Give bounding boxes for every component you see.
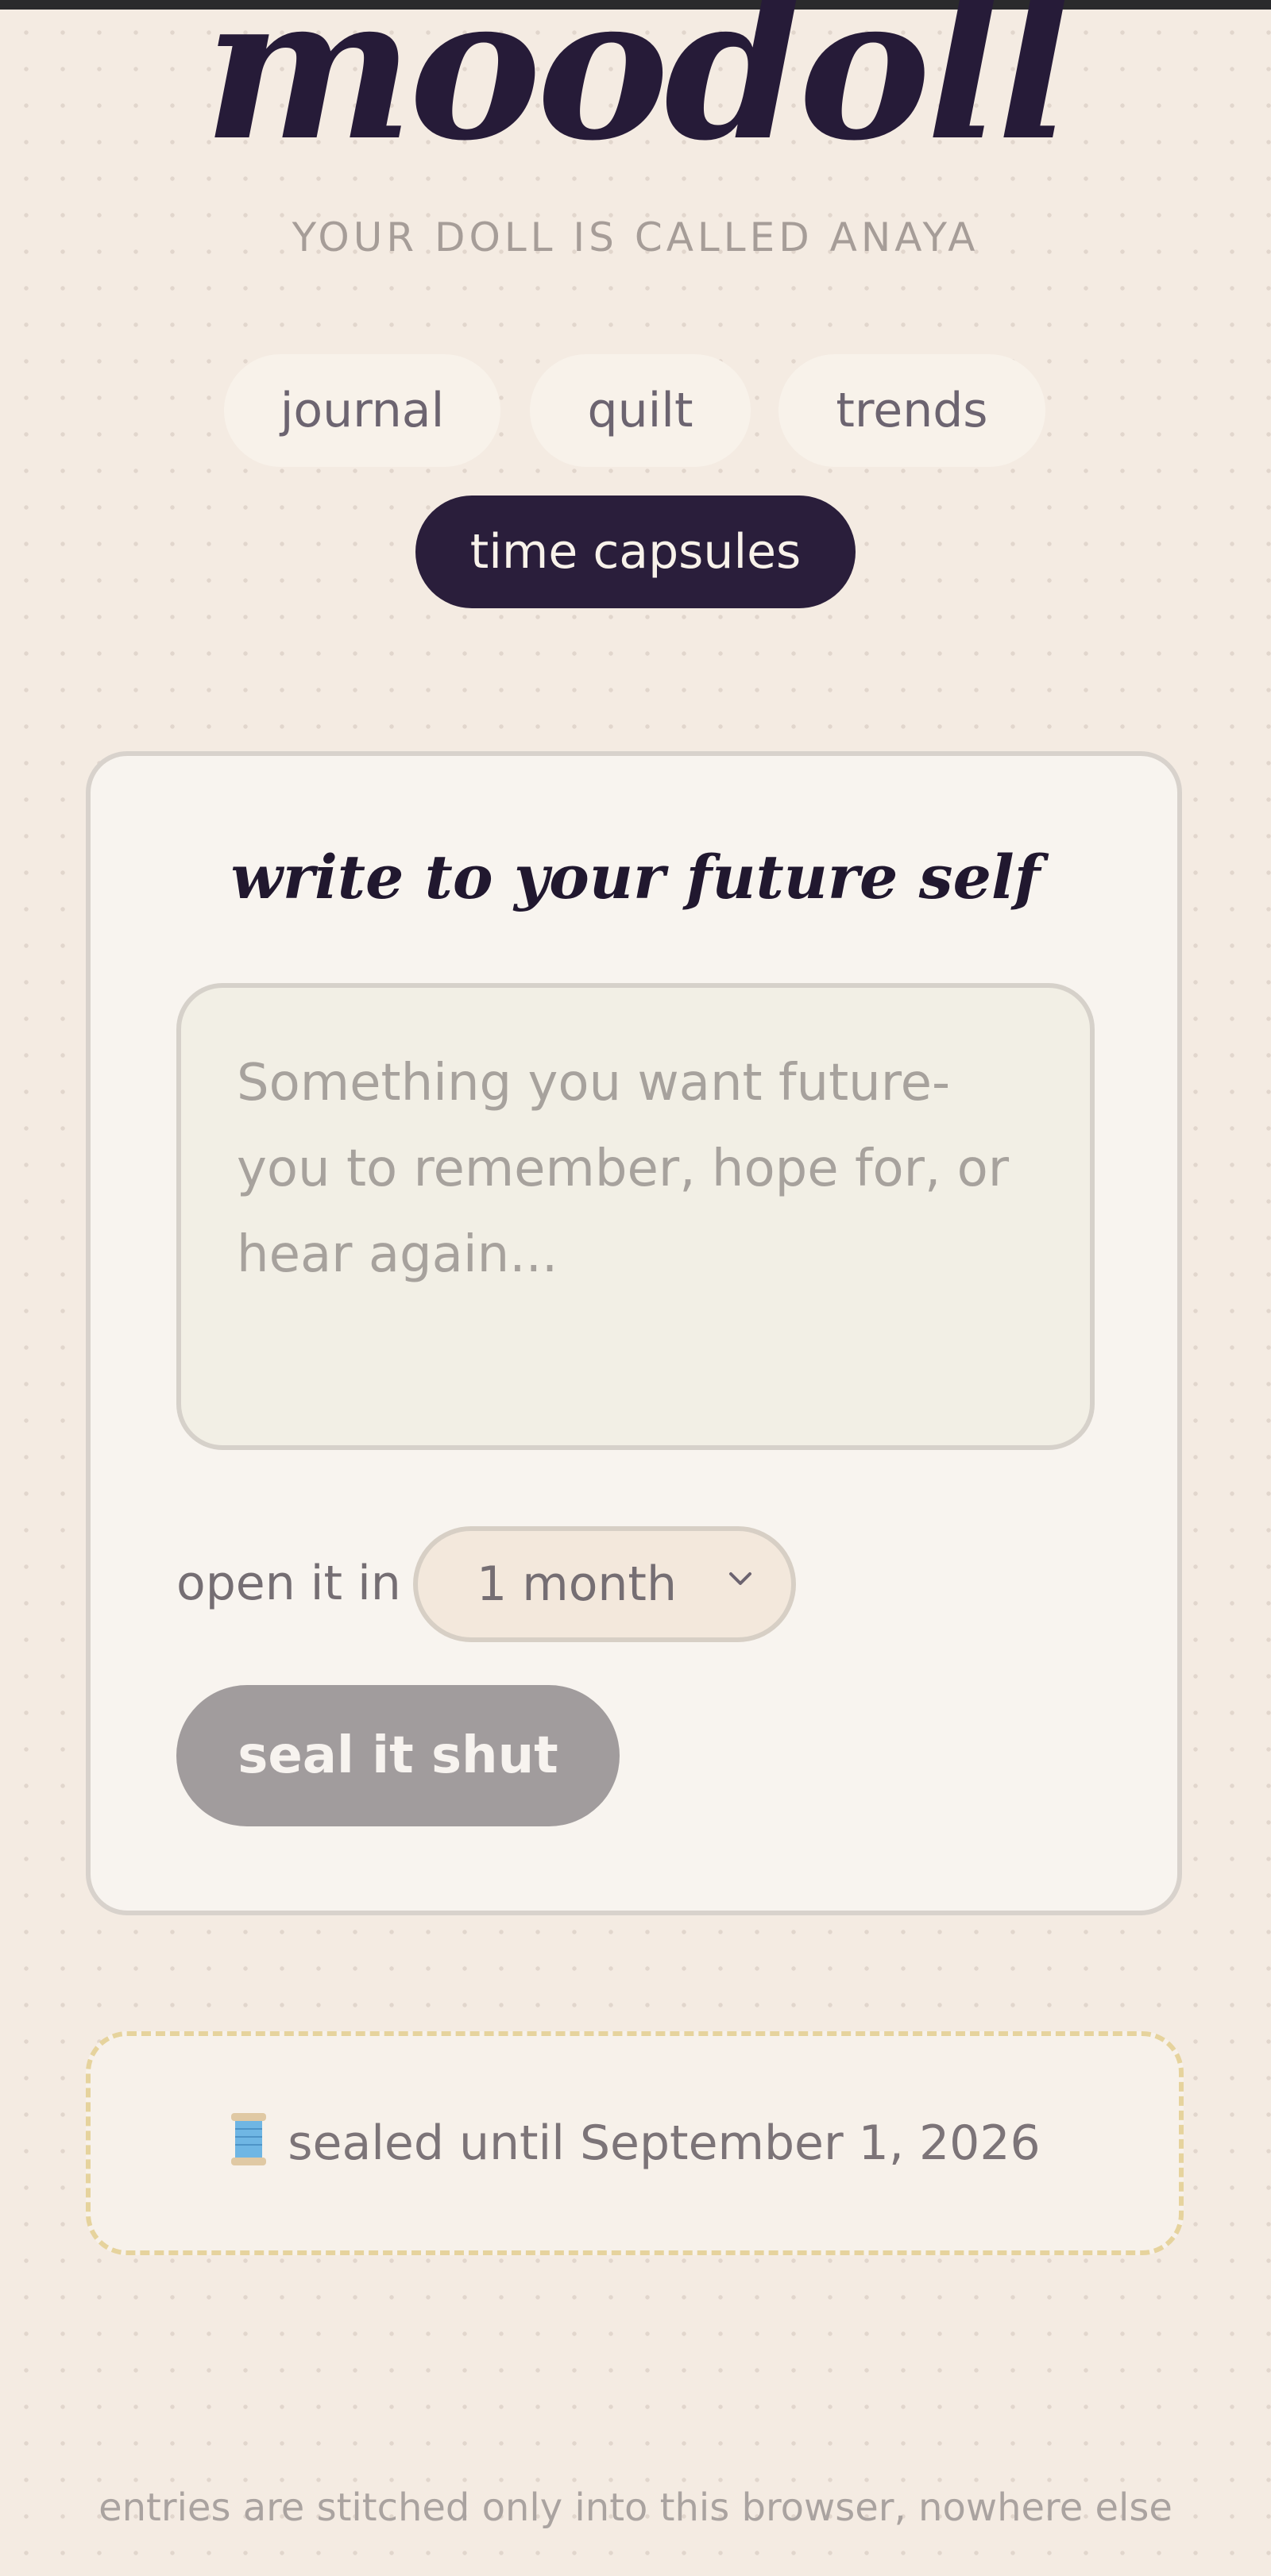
seal-it-shut-button[interactable]: seal it shut (176, 1685, 620, 1826)
privacy-footer-note: entries are stitched only into this brow… (99, 2485, 1172, 2530)
tab-journal[interactable]: journal (224, 354, 500, 467)
open-in-label: open it in (176, 1556, 401, 1611)
app-logo: moodoll (203, 0, 1072, 184)
doll-name-subtitle: YOUR DOLL IS CALLED ANAYA (292, 214, 979, 260)
sealed-capsule-text: sealed until September 1, 2026 (288, 2115, 1041, 2171)
future-message-textarea[interactable]: Something you want future-you to remembe… (176, 983, 1095, 1450)
sealed-capsule-item: sealed until September 1, 2026 (86, 2031, 1184, 2255)
thread-spool-icon (231, 2113, 267, 2165)
open-in-selected-value: 1 month (477, 1556, 677, 1612)
tab-trends[interactable]: trends (778, 354, 1045, 467)
tab-time-capsules[interactable]: time capsules (415, 496, 856, 608)
open-in-select[interactable]: 1 month (413, 1526, 796, 1642)
chevron-down-icon (729, 1572, 751, 1585)
form-title: write to your future self (230, 842, 1041, 912)
tab-quilt[interactable]: quilt (530, 354, 751, 467)
